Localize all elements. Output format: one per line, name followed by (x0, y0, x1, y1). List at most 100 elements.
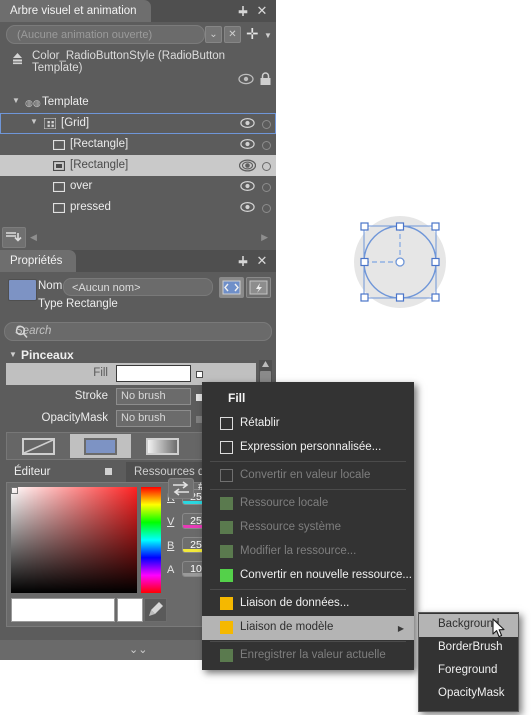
menu-item-liaison-de-donnees[interactable]: Liaison de données... (202, 592, 414, 616)
solid-color-brush-tab[interactable] (70, 434, 131, 458)
lock-toggle[interactable] (262, 162, 271, 171)
no-brush-tab[interactable] (8, 434, 69, 458)
collapse-all-icon[interactable]: ⌄ (205, 26, 222, 43)
grid-icon (43, 117, 57, 132)
tree-row-template[interactable]: ▼ ◍◍ Template (0, 92, 276, 113)
animation-toolbar: (Aucune animation ouverte) ⌄ ✕ ✛ ▼ (0, 22, 276, 46)
menu-item-convertir-nouvelle-ressource[interactable]: Convertir en nouvelle ressource... (202, 564, 414, 588)
eye-icon[interactable] (238, 158, 257, 172)
lock-toggle[interactable] (262, 204, 271, 213)
tree-row-pressed[interactable]: pressed (0, 197, 276, 218)
eye-icon[interactable] (240, 116, 255, 130)
close-icon[interactable]: ✕ (255, 253, 269, 269)
tree-item-label: pressed (70, 201, 111, 213)
hue-slider[interactable] (141, 487, 161, 593)
events-view-icon[interactable] (246, 277, 271, 298)
tree-row-rectangle-2[interactable]: [Rectangle] (0, 155, 276, 176)
menu-item-label: Modifier la ressource... (240, 545, 357, 557)
lock-toggle[interactable] (262, 120, 271, 129)
scroll-right-icon[interactable]: ▶ (261, 232, 268, 243)
lock-toggle[interactable] (262, 183, 271, 192)
resource-square-icon (220, 569, 233, 582)
gradient-brush-tab[interactable] (132, 434, 193, 458)
template-icon: ◍◍ (25, 98, 41, 108)
tab-editor[interactable]: Éditeur (6, 462, 124, 482)
submenu-item-label: Background (438, 618, 500, 630)
animation-combo[interactable]: (Aucune animation ouverte) (6, 25, 205, 44)
advanced-options-indicator[interactable] (196, 371, 203, 378)
type-label: Type (38, 298, 63, 310)
eye-icon[interactable] (240, 179, 255, 193)
menu-item-liaison-de-modele[interactable]: Liaison de modèle ▶ (202, 616, 414, 640)
tab-visual-tree[interactable]: Arbre visuel et animation (0, 0, 151, 22)
submenu-item-opacitymask[interactable]: OpacityMask (419, 683, 518, 706)
binding-square-icon (220, 621, 233, 634)
menu-item-expression-personnalisee[interactable]: Expression personnalisée... (202, 436, 414, 460)
pin-icon[interactable] (236, 4, 250, 18)
tree-row-over[interactable]: over (0, 176, 276, 197)
name-input[interactable]: <Aucun nom> (63, 278, 213, 296)
panel-strip-bar: ◀ ▶ (0, 225, 276, 250)
chevron-double-down-icon[interactable]: ⌄⌄ (129, 643, 147, 656)
submenu-item-borderbrush[interactable]: BorderBrush (419, 637, 518, 660)
channel-label-a: A (167, 564, 175, 576)
scroll-up-icon[interactable] (261, 360, 270, 369)
tree-item-label: [Rectangle] (70, 159, 129, 171)
submenu-item-label: OpacityMask (438, 687, 505, 699)
twisty-icon[interactable]: ▼ (30, 117, 38, 126)
close-storyboard-icon[interactable]: ✕ (224, 26, 241, 43)
menu-item-label: Rétablir (240, 417, 280, 429)
brush-row-label: Fill (93, 367, 108, 379)
color-preview-previous (117, 598, 143, 622)
resource-square-icon (220, 497, 233, 510)
close-icon[interactable]: ✕ (255, 3, 269, 19)
swap-colors-icon[interactable] (168, 478, 194, 499)
menu-item-label: Convertir en nouvelle ressource... (240, 569, 412, 581)
menu-separator (210, 589, 406, 590)
eye-icon[interactable] (238, 72, 254, 89)
lock-toggle[interactable] (262, 141, 271, 150)
resource-square-icon (220, 649, 233, 662)
channel-label-b: B (167, 540, 175, 552)
menu-item-retablir[interactable]: Rétablir (202, 412, 414, 436)
menu-item-enregistrer-valeur-actuelle: Enregistrer la valeur actuelle (202, 644, 414, 668)
menu-item-convertir-valeur-locale: Convertir en valeur locale (202, 464, 414, 488)
show-advanced-properties-icon[interactable] (219, 277, 244, 298)
layers-down-icon[interactable] (2, 227, 26, 248)
color-editor: R 25 V 25 B 25 A 10 (6, 482, 210, 627)
lock-icon[interactable] (259, 72, 272, 89)
tab-resources-label: Ressources d (134, 466, 205, 478)
tree-row-grid[interactable]: ▼ [Grid] (0, 113, 276, 134)
chevron-right-icon: ▶ (397, 624, 404, 633)
tab-properties[interactable]: Propriétés (0, 250, 77, 272)
return-scope-icon[interactable] (10, 51, 25, 68)
fill-context-menu: Fill Rétablir Expression personnalisée..… (202, 382, 414, 670)
opacitymask-swatch[interactable]: No brush (116, 410, 191, 427)
checkbox-icon (220, 441, 233, 454)
scope-visibility-row (0, 70, 276, 92)
search-input[interactable]: Search (4, 322, 272, 341)
menu-item-label: Ressource système (240, 521, 341, 533)
menu-separator (210, 461, 406, 462)
menu-item-ressource-systeme: Ressource système (202, 516, 414, 540)
eye-icon[interactable] (240, 137, 255, 151)
saturation-value-picker[interactable] (11, 487, 137, 593)
scroll-left-icon[interactable]: ◀ (30, 232, 37, 243)
eye-icon[interactable] (240, 200, 255, 214)
menu-item-label: Ressource locale (240, 497, 329, 509)
plus-icon[interactable]: ✛ (246, 27, 259, 42)
brushes-twisty-icon[interactable]: ▼ (9, 350, 17, 359)
eyedropper-icon[interactable] (144, 598, 167, 622)
binding-square-icon (220, 597, 233, 610)
tree-row-rectangle-1[interactable]: [Rectangle] (0, 134, 276, 155)
submenu-item-foreground[interactable]: Foreground (419, 660, 518, 683)
stroke-swatch[interactable]: No brush (116, 388, 191, 405)
channel-label-v: V (167, 516, 175, 528)
twisty-icon[interactable]: ▼ (12, 96, 20, 105)
type-value: Rectangle (66, 298, 118, 310)
template-scope-row[interactable]: Color_RadioButtonStyle (RadioButton Temp… (0, 46, 276, 74)
caret-down-icon[interactable]: ▼ (264, 31, 272, 40)
menu-item-modifier-ressource: Modifier la ressource... (202, 540, 414, 564)
fill-swatch[interactable] (116, 365, 191, 382)
pin-icon[interactable] (236, 254, 250, 268)
